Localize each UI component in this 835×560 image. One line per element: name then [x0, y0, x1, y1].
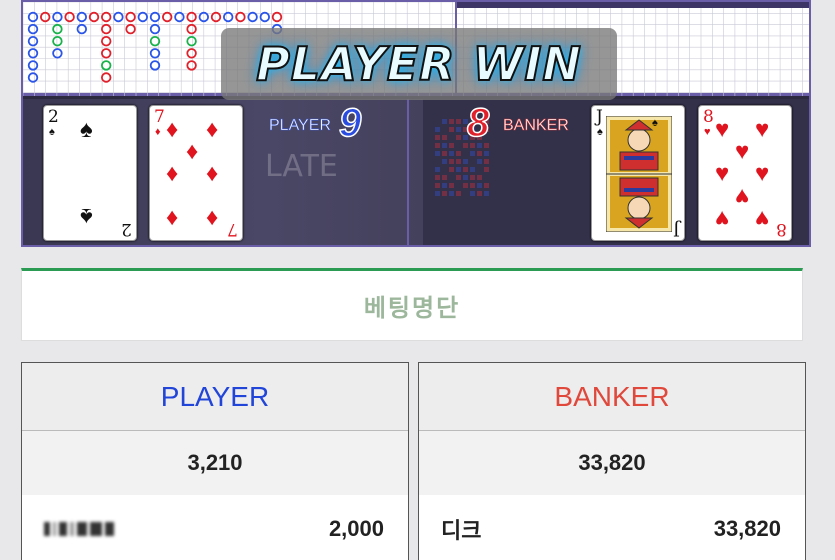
player-card-2: 7 ♦ ♦ ♦ ♦ ♦ ♦ ♦ ♦ 7: [149, 105, 243, 241]
card-table: LATE 2 ♠ ♠ ♠ 2 7 ♦ ♦ ♦ ♦ ♦ ♦ ♦ ♦ 7 PLAYE…: [23, 99, 809, 245]
card-rank: 7: [227, 219, 238, 239]
bet-amount: 2,000: [328, 516, 384, 541]
spade-icon: ♠: [80, 203, 93, 230]
diamond-icon: ♦: [206, 204, 219, 231]
diamond-icon: ♦: [206, 116, 219, 143]
diamond-icon: ♦: [186, 138, 199, 165]
diamond-icon: ♦: [206, 160, 219, 187]
heart-icon: ♥: [715, 205, 730, 232]
banker-card-2: 8 ♥ ♥ ♥ ♥ ♥ ♥ ♥ ♥ ♥ 8: [698, 105, 792, 241]
jack-face-icon: [606, 116, 672, 232]
bet-amount: 33,820: [713, 516, 781, 541]
card-rank: J: [673, 219, 680, 239]
banker-label: BANKER: [503, 117, 569, 135]
card-rank: 2: [121, 219, 132, 239]
bettor-name: 디크: [441, 518, 482, 543]
betting-list-title: 베팅명단: [363, 294, 461, 322]
table-row: 2,000: [22, 495, 408, 560]
table-row: 디크 33,820: [419, 495, 805, 560]
diamond-icon: ♦: [166, 116, 179, 143]
banker-bets-panel: BANKER 33,820 디크 33,820: [418, 362, 806, 560]
blurred-username: [44, 522, 114, 536]
player-bets-panel: PLAYER 3,210 2,000: [21, 362, 409, 560]
heart-icon: ♥: [715, 116, 730, 143]
heart-icon: ♥: [735, 183, 750, 210]
card-rank: J: [596, 107, 603, 127]
banker-card-1: J ♠ ♠ J: [591, 105, 685, 241]
baccarat-game-board: LATE 2 ♠ ♠ ♠ 2 7 ♦ ♦ ♦ ♦ ♦ ♦ ♦ ♦ 7 PLAYE…: [21, 0, 811, 247]
betting-list-header: 베팅명단: [21, 268, 803, 341]
plate-ghost-text: LATE: [265, 149, 338, 184]
road-header-bar: [457, 2, 809, 8]
heart-icon: ♥: [755, 160, 770, 187]
heart-icon: ♥: [704, 126, 711, 138]
heart-icon: ♥: [755, 205, 770, 232]
diamond-icon: ♦: [166, 160, 179, 187]
card-rank: 8: [776, 219, 787, 239]
card-rank: 7: [154, 107, 165, 127]
diamond-icon: ♦: [155, 126, 161, 138]
player-label: PLAYER: [269, 117, 331, 135]
card-rank: 2: [48, 107, 59, 127]
win-banner: PLAYER WIN: [221, 28, 617, 100]
heart-icon: ♥: [735, 138, 750, 165]
banker-bets-total: 33,820: [419, 431, 805, 495]
player-card-1: 2 ♠ ♠ ♠ 2: [43, 105, 137, 241]
player-score: 9: [338, 100, 362, 146]
diamond-icon: ♦: [166, 204, 179, 231]
banker-score: 8: [466, 100, 490, 146]
player-bets-total: 3,210: [22, 431, 408, 495]
player-bets-header: PLAYER: [22, 363, 408, 431]
win-text: PLAYER WIN: [255, 36, 582, 92]
spade-icon: ♠: [597, 126, 603, 138]
banker-bets-header: BANKER: [419, 363, 805, 431]
spade-icon: ♠: [49, 126, 55, 138]
card-rank: 8: [703, 107, 714, 127]
heart-icon: ♥: [755, 116, 770, 143]
spade-icon: ♠: [80, 116, 93, 143]
heart-icon: ♥: [715, 160, 730, 187]
spade-icon: ♠: [652, 117, 658, 129]
